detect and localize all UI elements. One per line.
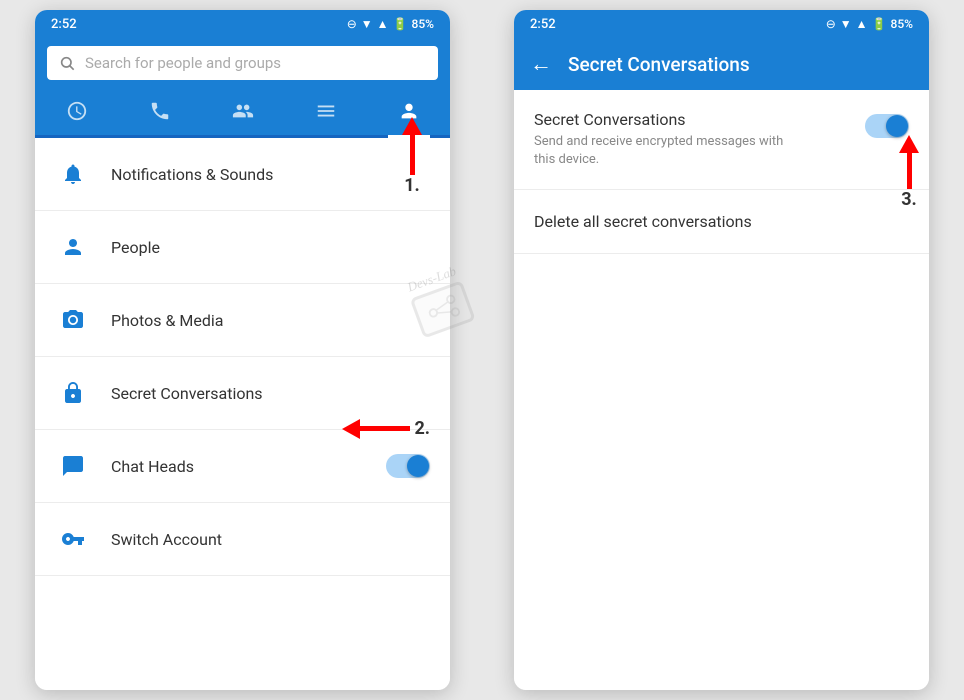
battery-percent-2: 85% bbox=[891, 17, 913, 31]
annotation-3-wrap: 3. bbox=[899, 135, 919, 210]
photos-label: Photos & Media bbox=[111, 311, 430, 330]
search-placeholder: Search for people and groups bbox=[85, 54, 281, 72]
tab-people[interactable] bbox=[222, 96, 264, 131]
menu-item-notifications[interactable]: Notifications & Sounds bbox=[35, 138, 450, 211]
chat-heads-label: Chat Heads bbox=[111, 457, 386, 476]
toggle-knob bbox=[407, 455, 429, 477]
camera-icon bbox=[55, 302, 91, 338]
do-not-disturb-icon-2: ⊖ bbox=[826, 17, 836, 31]
nav-tabs bbox=[35, 90, 450, 138]
search-bar: Search for people and groups bbox=[35, 38, 450, 90]
annotation-3-label: 3. bbox=[901, 189, 917, 210]
tab-menu[interactable] bbox=[305, 96, 347, 131]
secret-toggle-wrap: 3. bbox=[865, 114, 909, 138]
status-bar-2: 2:52 ⊖ ▼ ▲ 🔋 85% bbox=[514, 10, 929, 38]
signal-icon: ▼ bbox=[361, 17, 373, 31]
nav-tabs-wrap: 1. bbox=[35, 90, 450, 138]
menu-item-secret[interactable]: Secret Conversations 2. bbox=[35, 357, 450, 430]
delete-secret-setting[interactable]: Delete all secret conversations bbox=[514, 190, 929, 254]
battery-icon: 🔋 bbox=[393, 17, 408, 31]
wifi-icon-2: ▲ bbox=[856, 17, 868, 31]
setting-text-wrap: Secret Conversations Send and receive en… bbox=[534, 110, 853, 169]
menu-item-switch[interactable]: Switch Account bbox=[35, 503, 450, 576]
menu-item-chat-heads[interactable]: Chat Heads bbox=[35, 430, 450, 503]
screen-title: Secret Conversations bbox=[568, 53, 750, 76]
time-1: 2:52 bbox=[51, 17, 77, 32]
search-input-wrap[interactable]: Search for people and groups bbox=[47, 46, 438, 80]
time-2: 2:52 bbox=[530, 17, 556, 32]
back-button[interactable]: ← bbox=[530, 51, 552, 77]
secret-label: Secret Conversations bbox=[111, 384, 430, 403]
secret-toggle-knob bbox=[886, 115, 908, 137]
person-icon bbox=[55, 229, 91, 265]
chat-heads-toggle-wrap bbox=[386, 454, 430, 478]
settings-content: Secret Conversations Send and receive en… bbox=[514, 90, 929, 690]
menu-item-people[interactable]: People bbox=[35, 211, 450, 284]
arrow-head-up-1 bbox=[402, 117, 422, 135]
status-bar-1: 2:52 ⊖ ▼ ▲ 🔋 85% bbox=[35, 10, 450, 38]
status-icons-2: ⊖ ▼ ▲ 🔋 85% bbox=[826, 17, 913, 31]
signal-icon-2: ▼ bbox=[840, 17, 852, 31]
annotation-1-label: 1. bbox=[404, 175, 420, 196]
phone-1: 2:52 ⊖ ▼ ▲ 🔋 85% Search for people and g… bbox=[35, 10, 450, 690]
chat-heads-toggle[interactable] bbox=[386, 454, 430, 478]
menu-list: Notifications & Sounds People Phot bbox=[35, 138, 450, 690]
app-header: ← Secret Conversations bbox=[514, 38, 929, 90]
do-not-disturb-icon: ⊖ bbox=[347, 17, 357, 31]
wifi-icon: ▲ bbox=[377, 17, 389, 31]
battery-icon-2: 🔋 bbox=[872, 17, 887, 31]
arrow-body-up-3 bbox=[907, 153, 912, 189]
lock-icon bbox=[55, 375, 91, 411]
menu-item-photos[interactable]: Photos & Media bbox=[35, 284, 450, 357]
bell-icon bbox=[55, 156, 91, 192]
tab-calls[interactable] bbox=[139, 96, 181, 131]
switch-account-label: Switch Account bbox=[111, 530, 430, 549]
arrow-head-up-3 bbox=[899, 135, 919, 153]
status-icons-1: ⊖ ▼ ▲ 🔋 85% bbox=[347, 17, 434, 31]
key-icon bbox=[55, 521, 91, 557]
annotation-1-arrow: 1. bbox=[402, 117, 422, 196]
setting-title: Secret Conversations bbox=[534, 110, 853, 129]
battery-percent-1: 85% bbox=[412, 17, 434, 31]
phone-2: 2:52 ⊖ ▼ ▲ 🔋 85% ← Secret Conversations … bbox=[514, 10, 929, 690]
notifications-label: Notifications & Sounds bbox=[111, 165, 430, 184]
tab-recent[interactable] bbox=[56, 96, 98, 131]
arrow-body-up-1 bbox=[410, 135, 415, 175]
people-label: People bbox=[111, 238, 430, 257]
chat-icon bbox=[55, 448, 91, 484]
search-icon bbox=[59, 55, 75, 71]
delete-label: Delete all secret conversations bbox=[534, 212, 752, 231]
setting-desc: Send and receive encrypted messages with… bbox=[534, 133, 794, 169]
secret-conversations-setting[interactable]: Secret Conversations Send and receive en… bbox=[514, 90, 929, 190]
